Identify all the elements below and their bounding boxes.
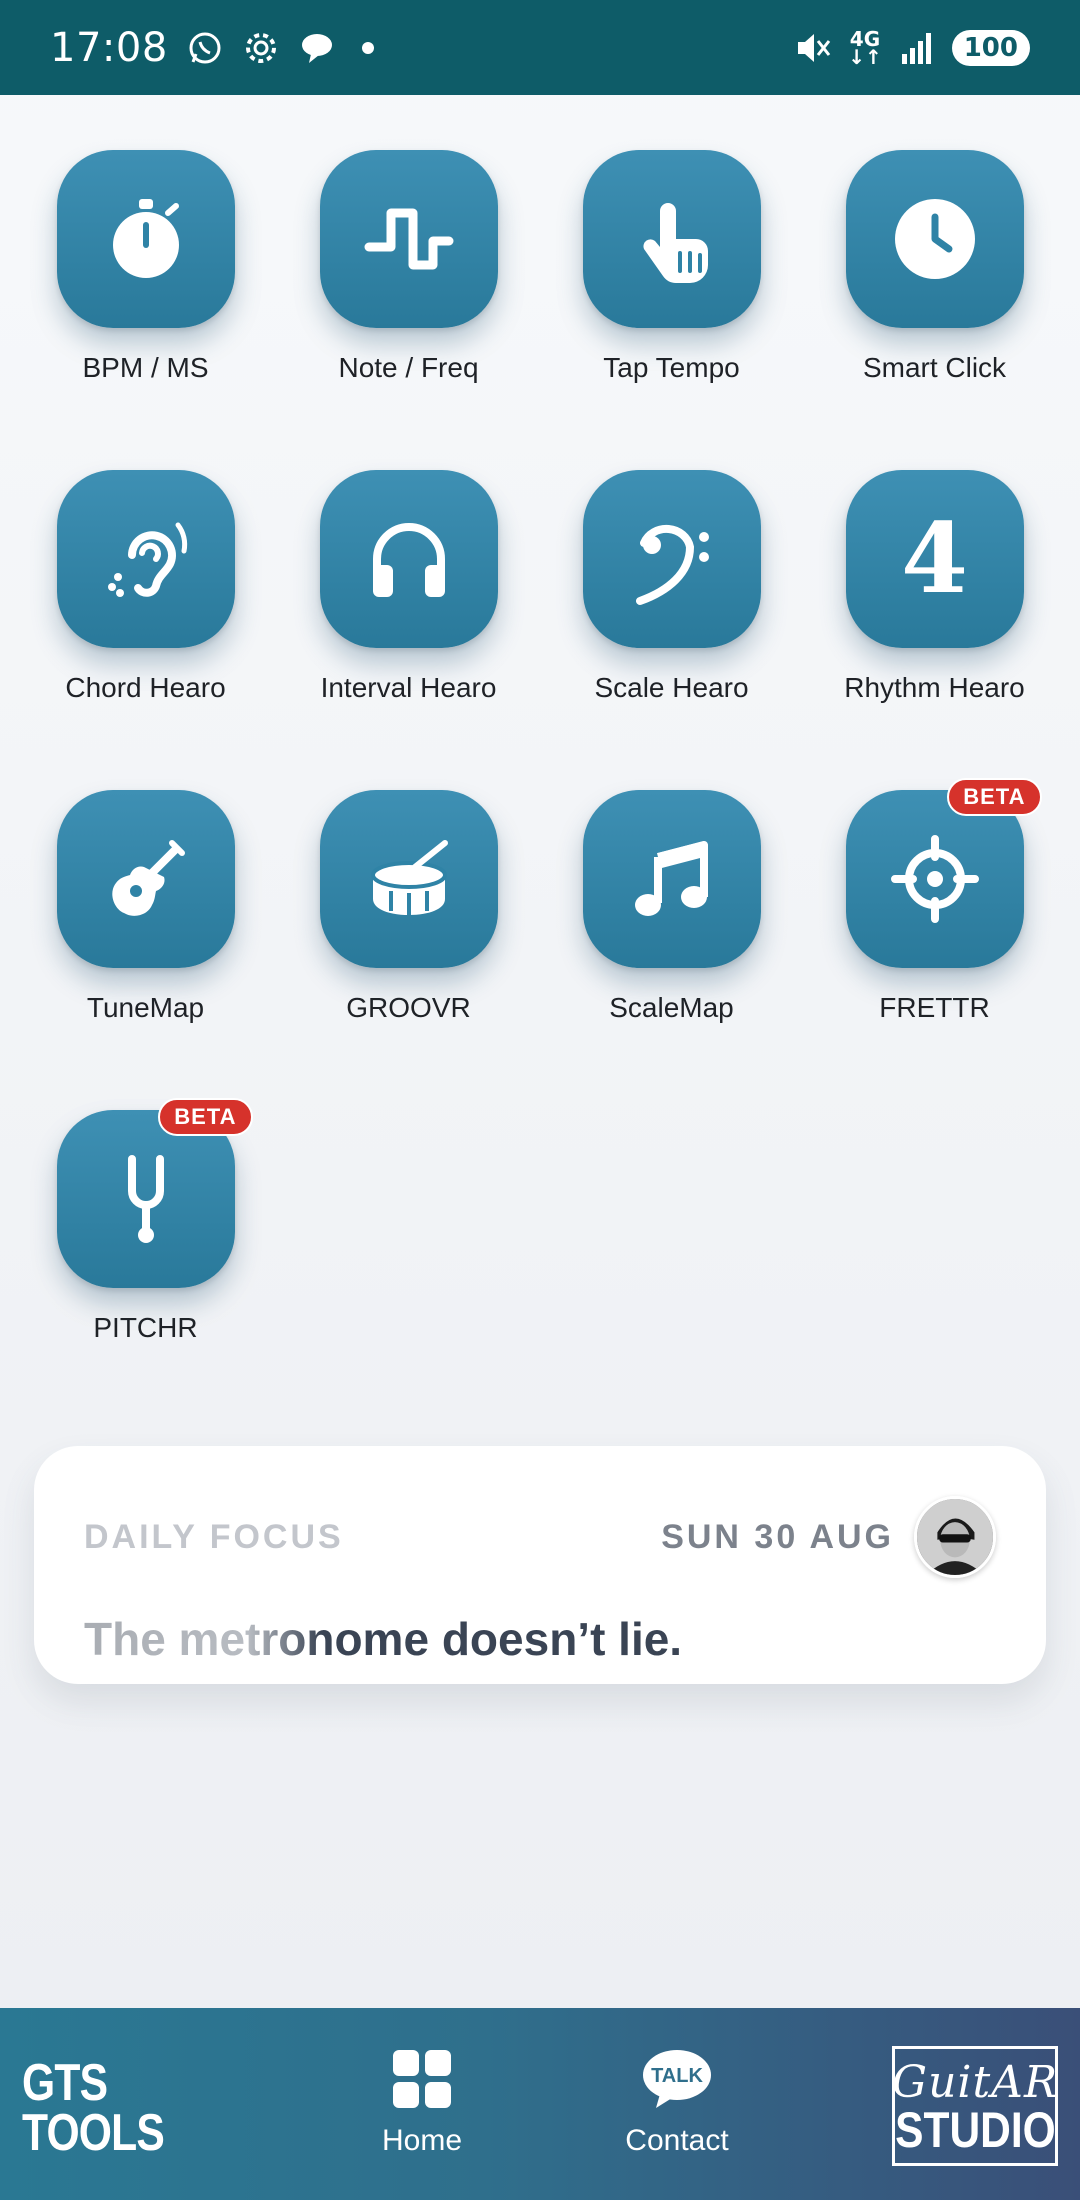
logo-guitar-text: GuitAR	[891, 2057, 1059, 2108]
app-icon-tile[interactable]	[319, 470, 498, 648]
app-note-freq[interactable]: Note / Freq	[277, 150, 540, 390]
status-bar: 17:08 4G ↓↑ 100	[0, 0, 1080, 95]
logo-studio-text: STUDIO	[894, 2102, 1056, 2158]
app-icon-tile[interactable]	[582, 470, 761, 648]
number-four-icon: 4	[901, 502, 968, 615]
app-scalemap[interactable]: ScaleMap	[540, 790, 803, 1030]
app-label: TuneMap	[86, 992, 205, 1023]
app-label: Scale Hearo	[594, 672, 749, 703]
app-label: Smart Click	[862, 352, 1007, 383]
nav-contact[interactable]: TALK Contact	[597, 2048, 757, 2158]
app-rhythm-hearo[interactable]: 4 Rhythm Hearo	[803, 470, 1066, 710]
app-icon-tile[interactable]: 4	[845, 470, 1024, 648]
app-label: Interval Hearo	[320, 672, 497, 703]
gts-tools-logo: GTS TOOLS	[22, 2054, 165, 2162]
signal-icon	[898, 29, 936, 67]
guitar-icon	[111, 840, 185, 916]
battery-indicator: 100	[951, 29, 1030, 66]
chat-icon	[298, 29, 336, 67]
nav-home-label: Home	[381, 2124, 463, 2157]
beta-badge: BETA	[158, 1098, 253, 1136]
music-note-icon	[634, 841, 708, 916]
tap-hand-icon	[642, 203, 708, 283]
app-tunemap[interactable]: TuneMap	[14, 790, 277, 1030]
app-icon-tile[interactable]	[56, 470, 235, 648]
network-type: 4G ↓↑	[848, 26, 882, 69]
app-label: PITCHR	[93, 1312, 198, 1343]
app-label: BPM / MS	[82, 352, 209, 383]
whatsapp-icon	[186, 29, 224, 67]
app-tap-tempo[interactable]: Tap Tempo	[540, 150, 803, 390]
app-scale-hearo[interactable]: Scale Hearo	[540, 470, 803, 710]
app-icon-tile[interactable]	[582, 150, 761, 328]
notification-dot-icon	[361, 41, 374, 54]
daily-focus-date: SUN 30 AUG	[661, 1517, 894, 1556]
app-frettr[interactable]: BETA FRETTR	[803, 778, 1066, 1030]
daily-focus-quote: The metronome doesn’t lie.	[84, 1612, 996, 1666]
app-label: ScaleMap	[609, 992, 734, 1023]
clock-icon	[894, 199, 975, 279]
square-wave-icon	[364, 208, 453, 270]
bottom-nav: GTS TOOLS Home TALK Contact GuitAR STUDI…	[0, 2008, 1080, 2200]
headphones-icon	[372, 523, 445, 597]
app-label: Tap Tempo	[603, 352, 740, 383]
tuning-fork-icon	[127, 1155, 164, 1243]
app-icon-tile[interactable]	[582, 790, 761, 968]
app-bpm-ms[interactable]: BPM / MS	[14, 150, 277, 390]
logo-line-1: GTS	[22, 2054, 108, 2112]
app-smart-click[interactable]: Smart Click	[803, 150, 1066, 390]
app-chord-hearo[interactable]: Chord Hearo	[14, 470, 277, 710]
settings-icon	[242, 29, 280, 67]
app-label: GROOVR	[346, 992, 471, 1023]
ear-icon	[107, 522, 187, 597]
app-icon-tile[interactable]	[56, 150, 235, 328]
crosshair-icon	[890, 835, 979, 923]
nav-contact-label: Contact	[625, 2124, 729, 2157]
app-icon-tile[interactable]	[319, 790, 498, 968]
bass-clef-icon	[635, 524, 709, 605]
app-label: FRETTR	[879, 992, 990, 1023]
guitar-studio-logo: GuitAR STUDIO	[892, 2046, 1058, 2166]
app-interval-hearo[interactable]: Interval Hearo	[277, 470, 540, 710]
app-label: Chord Hearo	[65, 672, 226, 703]
talk-text: TALK	[651, 2065, 703, 2087]
app-icon-tile[interactable]	[845, 150, 1024, 328]
daily-focus-card[interactable]: DAILY FOCUS SUN 30 AUG The metronome doe…	[34, 1446, 1046, 1684]
app-pitchr[interactable]: BETA PITCHR	[14, 1098, 277, 1350]
app-label: Note / Freq	[338, 352, 479, 383]
grid-icon	[393, 2050, 451, 2108]
avatar[interactable]	[914, 1496, 996, 1578]
beta-badge: BETA	[947, 778, 1042, 816]
status-time: 17:08	[50, 24, 168, 71]
app-icon-tile[interactable]: BETA	[56, 1098, 253, 1288]
app-label: Rhythm Hearo	[844, 672, 1025, 703]
app-icon-tile[interactable]: BETA	[845, 778, 1042, 968]
mute-icon	[794, 29, 832, 67]
logo-line-2: TOOLS	[22, 2104, 165, 2162]
app-icon-tile[interactable]	[56, 790, 235, 968]
daily-focus-label: DAILY FOCUS	[84, 1517, 344, 1556]
stopwatch-icon	[112, 199, 179, 278]
drum-icon	[370, 840, 448, 915]
nav-home[interactable]: Home	[342, 2048, 502, 2158]
app-icon-tile[interactable]	[319, 150, 498, 328]
talk-bubble-icon: TALK	[643, 2050, 711, 2108]
app-groovr[interactable]: GROOVR	[277, 790, 540, 1030]
